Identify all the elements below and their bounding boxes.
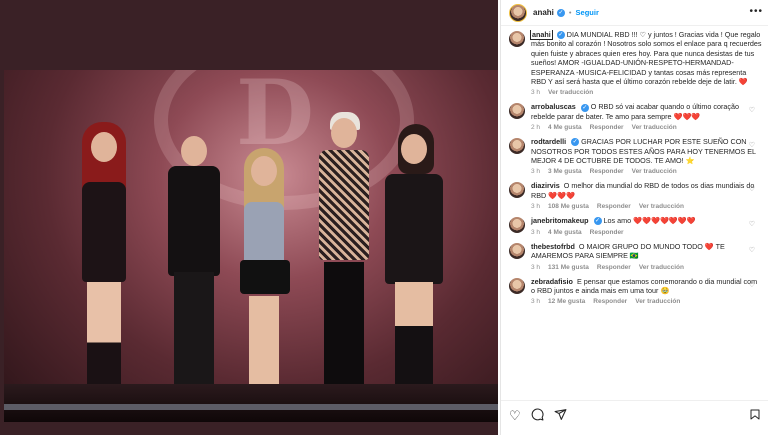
follow-button[interactable]: Seguir [576,8,599,17]
comment-reply-button[interactable]: Responder [590,229,624,236]
comment-text: Los amo [603,216,632,226]
comment-time: 3 h [531,168,541,176]
comment-username[interactable]: diazirvis [531,181,560,190]
comment-like-heart-icon[interactable]: ♡ [749,246,755,254]
comment-bubble-icon[interactable] [531,407,544,424]
comment-time: 3 h [531,298,541,306]
caption-time: 3 h [531,89,541,97]
comment-avatar[interactable] [509,182,525,199]
comment-item: arrobaluscas ✓ O RBD só vai acabar quando… [509,102,763,131]
comment-text: O MAIOR GRUPO DO MUNDO TODO [578,241,705,251]
stage-edge [4,404,498,410]
comment-avatar[interactable] [509,242,525,259]
comment-username[interactable]: rodtardelli [531,137,566,146]
comment-username[interactable]: janebritomakeup [531,216,589,225]
author-username[interactable]: anahi [533,8,554,17]
performer-5 [364,122,464,392]
caption-avatar[interactable] [509,31,525,47]
comment-item: diazirvis O melhor dia mundial do RBD de… [509,181,763,210]
caption-username[interactable]: anahi [530,30,553,40]
comment-item: rodtardelli ✓ GRACIAS POR LUCHAR POR ESTE… [509,137,763,175]
post-media-pane: D [0,0,498,435]
comment-username[interactable]: thebestofrbd [531,242,575,251]
comment-reply-button[interactable]: Responder [597,264,631,271]
comment-emoji: ❤️❤️❤️❤️❤️❤️❤️ [633,216,696,226]
performer-3 [224,142,304,392]
performer-1 [64,122,144,392]
author-avatar[interactable] [509,3,527,22]
comment-reply-button[interactable]: Responder [593,298,627,305]
post-photo[interactable]: D [4,70,498,422]
post-caption: anahi ✓ DIA MUNDIAL RBD !!! ♡ y juntos ! … [509,30,763,96]
verified-badge-icon: ✓ [593,217,602,226]
verified-badge-icon: ✓ [580,103,589,112]
comment-reply-button[interactable]: Responder [597,203,631,210]
comment-avatar[interactable] [509,217,525,234]
performer-2 [154,92,234,392]
caption-text: DIA MUNDIAL RBD !!! ♡ y juntos ! Gracias… [531,30,762,87]
comment-time: 3 h [531,228,541,236]
comment-avatar[interactable] [509,277,525,294]
verified-badge-icon: ✓ [571,138,580,147]
comment-item: janebritomakeup ✓ Los amo ❤️❤️❤️❤️❤️❤️❤️ … [509,216,763,236]
comment-emoji: ⭐ [685,156,695,166]
comment-time: 3 h [531,263,541,271]
caption-translate-link[interactable]: Ver traducción [548,89,593,96]
verified-badge-icon: ✓ [556,8,565,17]
separator-dot: • [568,8,572,17]
comments-list[interactable]: anahi ✓ DIA MUNDIAL RBD !!! ♡ y juntos ! … [501,30,768,394]
comment-likes[interactable]: 4 Me gusta [548,229,582,236]
comment-likes[interactable]: 108 Me gusta [548,203,589,210]
comment-translate-link[interactable]: Ver traducción [639,264,684,271]
comment-translate-link[interactable]: Ver traducción [635,298,680,305]
comment-likes[interactable]: 3 Me gusta [548,168,582,175]
comment-likes[interactable]: 131 Me gusta [548,264,589,271]
post-header: anahi ✓ • Seguir ••• [501,0,768,26]
comment-emoji: ❤️ [704,241,714,251]
comment-flag-emoji: 🇧🇷 [629,251,639,261]
comment-reply-button[interactable]: Responder [590,168,624,175]
comment-reply-button[interactable]: Responder [590,124,624,131]
comment-username[interactable]: arrobaluscas [531,102,576,111]
comment-likes[interactable]: 4 Me gusta [548,124,582,131]
comment-like-heart-icon[interactable]: ♡ [749,220,755,228]
comment-item: zebradafisio E pensar que estamos comemo… [509,277,763,306]
comment-username[interactable]: zebradafisio [531,277,573,286]
post-details-pane: anahi ✓ • Seguir ••• anahi ✓ DIA MUNDIAL … [500,0,768,435]
comment-likes[interactable]: 12 Me gusta [548,298,585,305]
comment-emoji: ❤️❤️❤️ [673,111,701,121]
comment-translate-link[interactable]: Ver traducción [639,203,684,210]
paper-plane-icon[interactable] [554,408,567,424]
comment-item: thebestofrbd O MAIOR GRUPO DO MUNDO TODO… [509,242,763,271]
caption-heart-emoji: ❤️ [738,77,748,87]
comment-translate-link[interactable]: Ver traducción [632,124,677,131]
comment-avatar[interactable] [509,103,525,120]
comment-emoji: ❤️❤️❤️ [548,190,576,200]
comment-time: 2 h [531,124,541,132]
more-options-icon[interactable]: ••• [749,6,763,17]
post-actions-bar: ♡ [501,400,768,430]
stage-floor [4,384,498,422]
comment-time: 3 h [531,203,541,211]
verified-badge-icon: ✓ [556,31,565,40]
comment-like-heart-icon[interactable]: ♡ [749,281,755,289]
heart-outline-icon[interactable]: ♡ [509,408,521,424]
bookmark-icon[interactable] [749,408,761,424]
comment-emoji: 🥹 [660,285,670,295]
comment-like-heart-icon[interactable]: ♡ [749,185,755,193]
comment-avatar[interactable] [509,138,525,155]
comment-like-heart-icon[interactable]: ♡ [749,106,755,114]
comment-like-heart-icon[interactable]: ♡ [749,141,755,149]
comment-translate-link[interactable]: Ver traducción [632,168,677,175]
